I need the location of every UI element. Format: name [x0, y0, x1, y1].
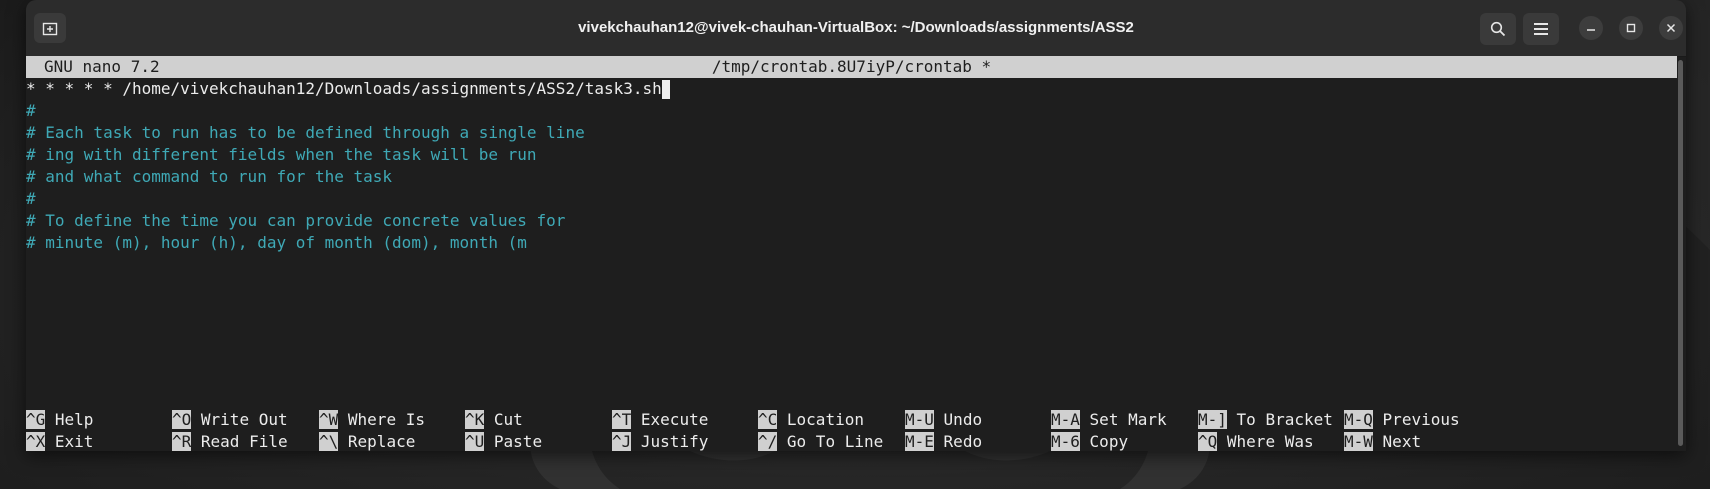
shortcut-to-bracket[interactable]: M-] To Bracket	[1198, 409, 1333, 431]
menu-button[interactable]	[1523, 13, 1559, 45]
maximize-icon	[1626, 23, 1636, 33]
shortcut-label: Read File	[200, 432, 288, 451]
shortcut-justify[interactable]: ^J Justify	[612, 431, 708, 451]
shortcut-label: Redo	[943, 432, 983, 451]
shortcut-label: Paste	[493, 432, 543, 451]
shortcut-copy[interactable]: M-6 Copy	[1051, 431, 1128, 451]
shortcut-key: M-W	[1344, 432, 1373, 451]
shortcut-label: Next	[1382, 432, 1422, 451]
shortcut-label: Location	[786, 410, 864, 429]
shortcut-help[interactable]: ^G Help	[26, 409, 93, 431]
shortcut-key: ^X	[26, 432, 46, 451]
shortcut-label: Cut	[493, 410, 523, 429]
shortcut-key: ^R	[172, 432, 192, 451]
editor-line-6[interactable]: # and what command to run for the task	[26, 166, 392, 188]
minimize-button[interactable]	[1579, 16, 1603, 40]
shortcut-location[interactable]: ^C Location	[758, 409, 864, 431]
scrollbar[interactable]	[1677, 56, 1685, 451]
new-tab-icon	[42, 22, 58, 36]
editor-line-3[interactable]: #	[26, 100, 36, 122]
shortcut-key: ^\	[319, 432, 339, 451]
shortcut-key: ^T	[612, 410, 632, 429]
editor-line-7[interactable]: #	[26, 188, 36, 210]
shortcut-exit[interactable]: ^X Exit	[26, 431, 93, 451]
shortcut-write-out[interactable]: ^O Write Out	[172, 409, 288, 431]
terminal-window: vivekchauhan12@vivek-chauhan-VirtualBox:…	[26, 0, 1686, 451]
scrollbar-thumb[interactable]	[1678, 60, 1683, 446]
shortcut-replace[interactable]: ^\ Replace	[319, 431, 415, 451]
new-tab-button[interactable]	[34, 13, 66, 43]
shortcut-redo[interactable]: M-E Redo	[905, 431, 982, 451]
line-text: * * * * * /home/vivekchauhan12/Downloads…	[26, 79, 662, 98]
shortcut-undo[interactable]: M-U Undo	[905, 409, 982, 431]
editor-line-1[interactable]: * * * * * /home/vivekchauhan12/Downloads…	[26, 78, 670, 100]
shortcut-label: Where Was	[1226, 432, 1314, 451]
shortcut-label: Set Mark	[1089, 410, 1167, 429]
shortcut-key: ^O	[172, 410, 192, 429]
shortcut-execute[interactable]: ^T Execute	[612, 409, 708, 431]
shortcut-label: Where Is	[347, 410, 425, 429]
shortcut-key: ^Q	[1198, 432, 1218, 451]
shortcut-label: Justify	[640, 432, 709, 451]
shortcut-key: ^U	[465, 432, 485, 451]
search-icon	[1490, 21, 1506, 37]
shortcut-key: ^W	[319, 410, 339, 429]
nano-filename: /tmp/crontab.8U7iyP/crontab *	[711, 57, 992, 76]
shortcut-label: Exit	[54, 432, 94, 451]
shortcut-key: M-E	[905, 432, 934, 451]
shortcut-label: Copy	[1089, 432, 1129, 451]
search-button[interactable]	[1480, 13, 1516, 45]
shortcut-key: M-]	[1198, 410, 1227, 429]
editor-line-8[interactable]: # To define the time you can provide con…	[26, 210, 565, 232]
shortcut-next[interactable]: M-W Next	[1344, 431, 1421, 451]
shortcut-key: M-6	[1051, 432, 1080, 451]
terminal-content[interactable]: GNU nano 7.2 /tmp/crontab.8U7iyP/crontab…	[26, 56, 1686, 451]
close-button[interactable]	[1659, 16, 1683, 40]
shortcut-label: Go To Line	[786, 432, 884, 451]
shortcut-key: ^/	[758, 432, 778, 451]
shortcut-where-was[interactable]: ^Q Where Was	[1198, 431, 1314, 451]
shortcut-label: Previous	[1382, 410, 1460, 429]
minimize-icon	[1587, 29, 1595, 31]
shortcut-key: ^J	[612, 432, 632, 451]
shortcut-label: Write Out	[200, 410, 288, 429]
shortcut-key: ^G	[26, 410, 46, 429]
shortcut-paste[interactable]: ^U Paste	[465, 431, 542, 451]
shortcut-label: Help	[54, 410, 94, 429]
shortcut-read-file[interactable]: ^R Read File	[172, 431, 288, 451]
shortcut-label: Execute	[640, 410, 709, 429]
shortcut-label: Undo	[943, 410, 983, 429]
shortcut-where-is[interactable]: ^W Where Is	[319, 409, 425, 431]
nano-header-bar: GNU nano 7.2 /tmp/crontab.8U7iyP/crontab…	[26, 56, 1677, 78]
shortcut-cut[interactable]: ^K Cut	[465, 409, 523, 431]
text-cursor	[661, 80, 670, 99]
editor-line-5[interactable]: # ing with different fields when the tas…	[26, 144, 537, 166]
title-bar: vivekchauhan12@vivek-chauhan-VirtualBox:…	[26, 0, 1686, 57]
editor-line-9[interactable]: # minute (m), hour (h), day of month (do…	[26, 232, 527, 254]
shortcut-key: M-Q	[1344, 410, 1373, 429]
shortcut-key: M-A	[1051, 410, 1080, 429]
shortcut-label: To Bracket	[1236, 410, 1333, 429]
editor-line-4[interactable]: # Each task to run has to be defined thr…	[26, 122, 585, 144]
shortcut-go-to-line[interactable]: ^/ Go To Line	[758, 431, 883, 451]
window-title: vivekchauhan12@vivek-chauhan-VirtualBox:…	[578, 19, 1134, 36]
close-icon	[1666, 23, 1676, 33]
shortcut-key: ^C	[758, 410, 778, 429]
shortcut-previous[interactable]: M-Q Previous	[1344, 409, 1460, 431]
shortcut-label: Replace	[347, 432, 416, 451]
hamburger-menu-icon	[1534, 23, 1548, 35]
shortcut-key: ^K	[465, 410, 485, 429]
maximize-button[interactable]	[1619, 16, 1643, 40]
shortcut-set-mark[interactable]: M-A Set Mark	[1051, 409, 1167, 431]
shortcut-key: M-U	[905, 410, 934, 429]
nano-shortcut-bar: ^G Help ^X Exit ^O Write Out ^R Read File ^W…	[26, 409, 1677, 451]
